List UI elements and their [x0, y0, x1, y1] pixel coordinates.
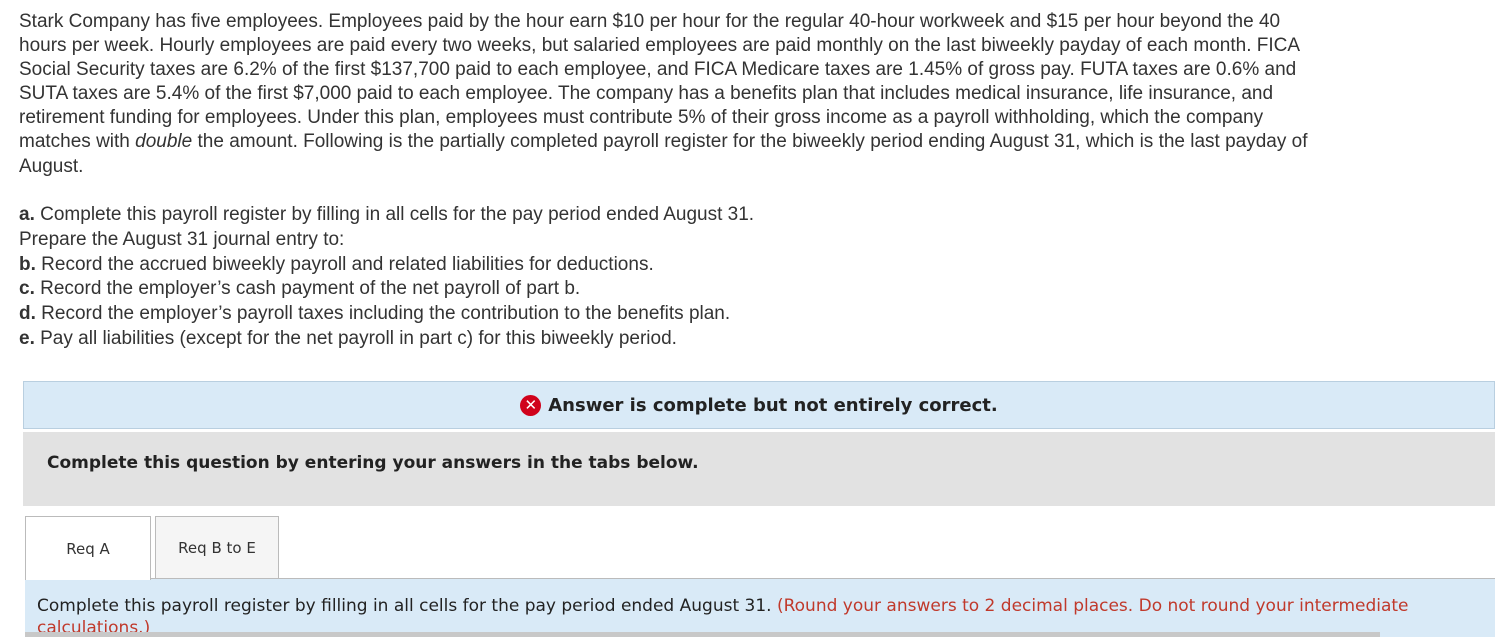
task-d: d. Record the employer’s payroll taxes i… [19, 303, 731, 325]
task-a: a. Complete this payroll register by fil… [19, 204, 755, 225]
problem-emphasis: double [135, 131, 193, 153]
tab-req-a[interactable]: Req A [25, 516, 151, 580]
problem-statement: Stark Company has five employees. Employ… [19, 10, 1309, 179]
content-instruction: Complete this payroll register by fillin… [37, 596, 777, 616]
task-c: c. Record the employer’s cash payment of… [19, 278, 581, 300]
task-prepare: Prepare the August 31 journal entry to: [19, 228, 345, 250]
instructions-text: Complete this question by entering your … [47, 453, 699, 473]
tab-content-panel: Complete this payroll register by fillin… [25, 579, 1495, 637]
tab-req-b-to-e[interactable]: Req B to E [155, 516, 279, 579]
answer-status-text: Answer is complete but not entirely corr… [548, 394, 998, 416]
task-e: e. Pay all liabilities (except for the n… [19, 327, 677, 349]
task-b: b. Record the accrued biweekly payroll a… [19, 253, 654, 275]
answer-status-banner: ✕ Answer is complete but not entirely co… [23, 381, 1495, 429]
x-circle-icon: ✕ [520, 394, 542, 416]
instructions-panel: Complete this question by entering your … [23, 432, 1495, 506]
problem-text-2: the amount. Following is the partially c… [19, 131, 1308, 177]
horizontal-scrollbar[interactable] [25, 632, 1380, 637]
tab-content-text: Complete this payroll register by fillin… [37, 595, 1477, 637]
task-list: a. Complete this payroll register by fil… [19, 203, 1019, 352]
